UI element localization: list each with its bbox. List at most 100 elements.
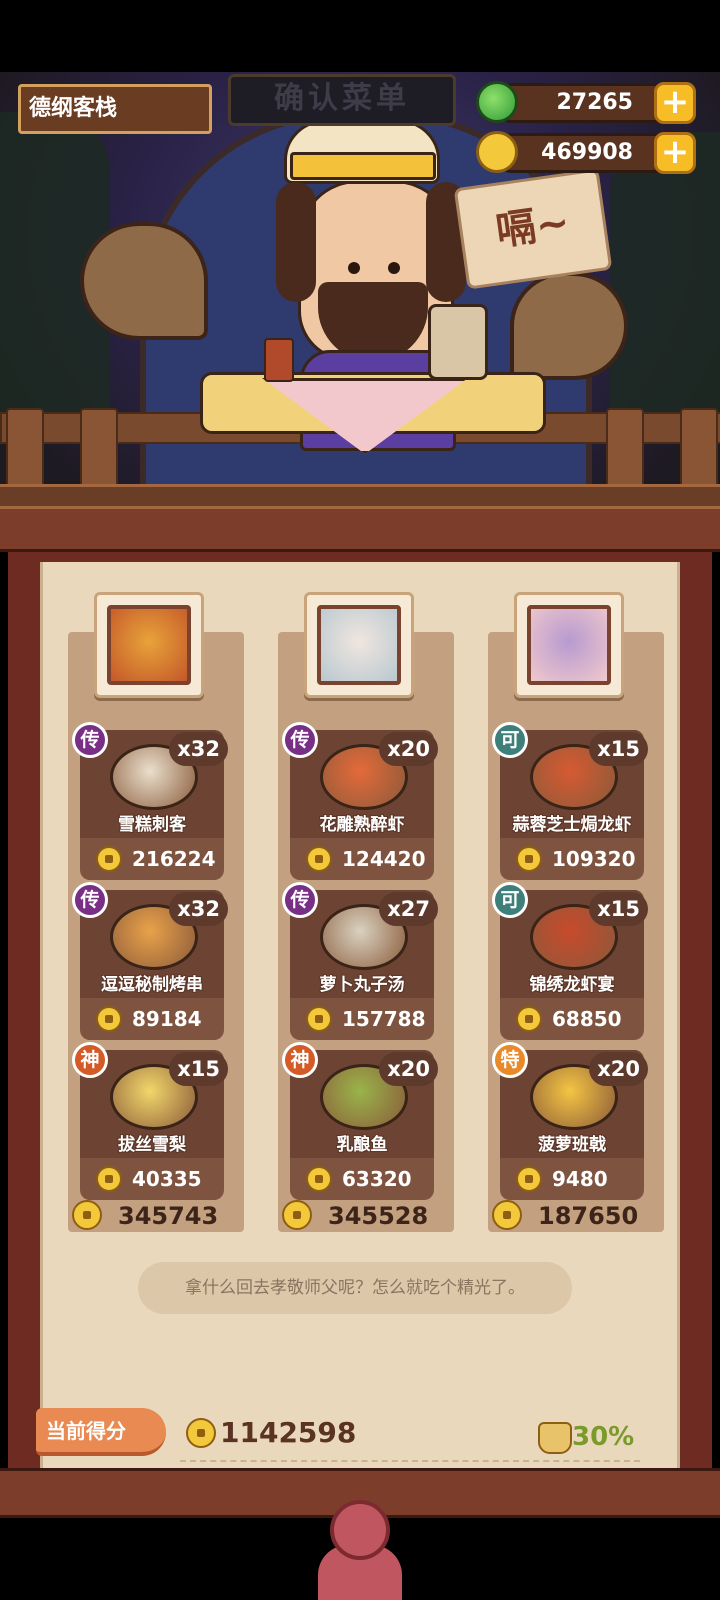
dish-name: 菠萝班戟 [538, 1135, 606, 1155]
dish-name: 拔丝雪梨 [118, 1135, 186, 1155]
score-coin-icon [186, 1418, 216, 1448]
dish-price-row: 68850 [500, 998, 644, 1040]
rarity-badge: 可 [492, 882, 528, 918]
rarity-badge: 可 [492, 722, 528, 758]
coin-icon [96, 846, 122, 872]
rarity-badge: 传 [282, 722, 318, 758]
coin-icon [96, 1006, 122, 1032]
dish-price: 9480 [552, 1167, 608, 1191]
coin-icon [516, 846, 542, 872]
dish-name: 蒜蓉芝士焗龙虾 [512, 815, 632, 835]
rarity-badge: 传 [282, 882, 318, 918]
dish-price: 40335 [132, 1167, 202, 1191]
customer-avatar [527, 605, 611, 685]
column-total: 187650 [538, 1202, 639, 1230]
jade-icon [476, 81, 518, 123]
dish-price-row: 40335 [80, 1158, 224, 1200]
dish-quantity: x15 [589, 732, 648, 766]
dish-price: 157788 [342, 1007, 426, 1031]
dish-price: 68850 [552, 1007, 622, 1031]
dish-quantity: x20 [379, 1052, 438, 1086]
score-percent: 30% [572, 1422, 635, 1452]
dish-card[interactable]: 传 x27 萝卜丸子汤 157788 [282, 882, 438, 1040]
character-hair-left [276, 182, 316, 302]
fan-left [80, 222, 208, 340]
rarity-badge: 神 [72, 1042, 108, 1078]
fan-right [510, 272, 628, 380]
column-total: 345743 [118, 1202, 219, 1230]
dish-card[interactable]: 可 x15 蒜蓉芝士焗龙虾 109320 [492, 722, 648, 880]
dish-name: 花雕熟醉虾 [319, 815, 405, 835]
dish-card[interactable]: 传 x32 逗逗秘制烤串 89184 [72, 882, 228, 1040]
coin-icon [306, 1166, 332, 1192]
comment-bubble: 拿什么回去孝敬师父呢？怎么就吃个精光了。 [138, 1262, 572, 1314]
shop-name: 德纲客栈 [18, 84, 212, 134]
speech-text: 嗝~ [493, 199, 573, 255]
coin-icon [96, 1166, 122, 1192]
coin-icon [476, 131, 518, 173]
chinese-knot-icon [330, 1500, 390, 1560]
total-coin-icon [72, 1200, 102, 1230]
scroll-rod-top [0, 506, 720, 552]
dish-price-row: 9480 [500, 1158, 644, 1200]
chopstick-holder [264, 338, 294, 382]
coin-value: 469908 [541, 140, 633, 165]
rarity-badge: 传 [72, 722, 108, 758]
menu-sign: 确认菜单 [228, 74, 456, 126]
dish-card[interactable]: 可 x15 锦绣龙虾宴 68850 [492, 882, 648, 1040]
dish-card[interactable]: 传 x20 花雕熟醉虾 124420 [282, 722, 438, 880]
score-value: 1142598 [220, 1416, 357, 1449]
customer-portrait-frame [94, 592, 204, 698]
dish-quantity: x32 [169, 892, 228, 926]
customer-avatar [107, 605, 191, 685]
coin-icon [306, 846, 332, 872]
dish-price: 109320 [552, 847, 636, 871]
total-coin-icon [282, 1200, 312, 1230]
dish-price-row: 216224 [80, 838, 224, 880]
score-divider [180, 1460, 640, 1462]
total-coin-icon [492, 1200, 522, 1230]
rarity-badge: 传 [72, 882, 108, 918]
dish-card[interactable]: 神 x20 乳酿鱼 63320 [282, 1042, 438, 1200]
column-total: 345528 [328, 1202, 429, 1230]
dish-name: 萝卜丸子汤 [319, 975, 405, 995]
score-label: 当前得分 [36, 1408, 166, 1456]
dish-price: 216224 [132, 847, 216, 871]
dish-card[interactable]: 神 x15 拔丝雪梨 40335 [72, 1042, 228, 1200]
plant-right [610, 132, 720, 432]
dish-price-row: 89184 [80, 998, 224, 1040]
dish-price-row: 109320 [500, 838, 644, 880]
character-eye [348, 262, 360, 274]
dish-name: 锦绣龙虾宴 [529, 975, 615, 995]
customer-avatar [317, 605, 401, 685]
dish-quantity: x20 [589, 1052, 648, 1086]
dish-name: 逗逗秘制烤串 [101, 975, 203, 995]
rarity-badge: 神 [282, 1042, 318, 1078]
dish-card[interactable]: 特 x20 菠萝班戟 9480 [492, 1042, 648, 1200]
customer-portrait-frame [514, 592, 624, 698]
coin-icon [516, 1006, 542, 1032]
rate-pot-icon [538, 1422, 572, 1454]
dish-card[interactable]: 传 x32 雪糕刺客 216224 [72, 722, 228, 880]
add-coins-button[interactable]: + [654, 132, 696, 174]
dish-price-row: 124420 [290, 838, 434, 880]
dish-price: 89184 [132, 1007, 202, 1031]
status-area [0, 0, 720, 72]
add-jade-button[interactable]: + [654, 82, 696, 124]
dish-name: 乳酿鱼 [336, 1135, 388, 1155]
dish-price-row: 63320 [290, 1158, 434, 1200]
dish-quantity: x20 [379, 732, 438, 766]
dish-price: 63320 [342, 1167, 412, 1191]
dish-quantity: x15 [169, 1052, 228, 1086]
speech-board: 嗝~ [453, 168, 613, 290]
dish-price-row: 157788 [290, 998, 434, 1040]
rarity-badge: 特 [492, 1042, 528, 1078]
character-hat-band [290, 152, 436, 180]
stacked-plates [428, 304, 488, 380]
jade-value: 27265 [556, 90, 633, 115]
dish-quantity: x15 [589, 892, 648, 926]
coin-icon [516, 1166, 542, 1192]
character-eye [388, 262, 400, 274]
dish-quantity: x32 [169, 732, 228, 766]
dish-name: 雪糕刺客 [118, 815, 186, 835]
